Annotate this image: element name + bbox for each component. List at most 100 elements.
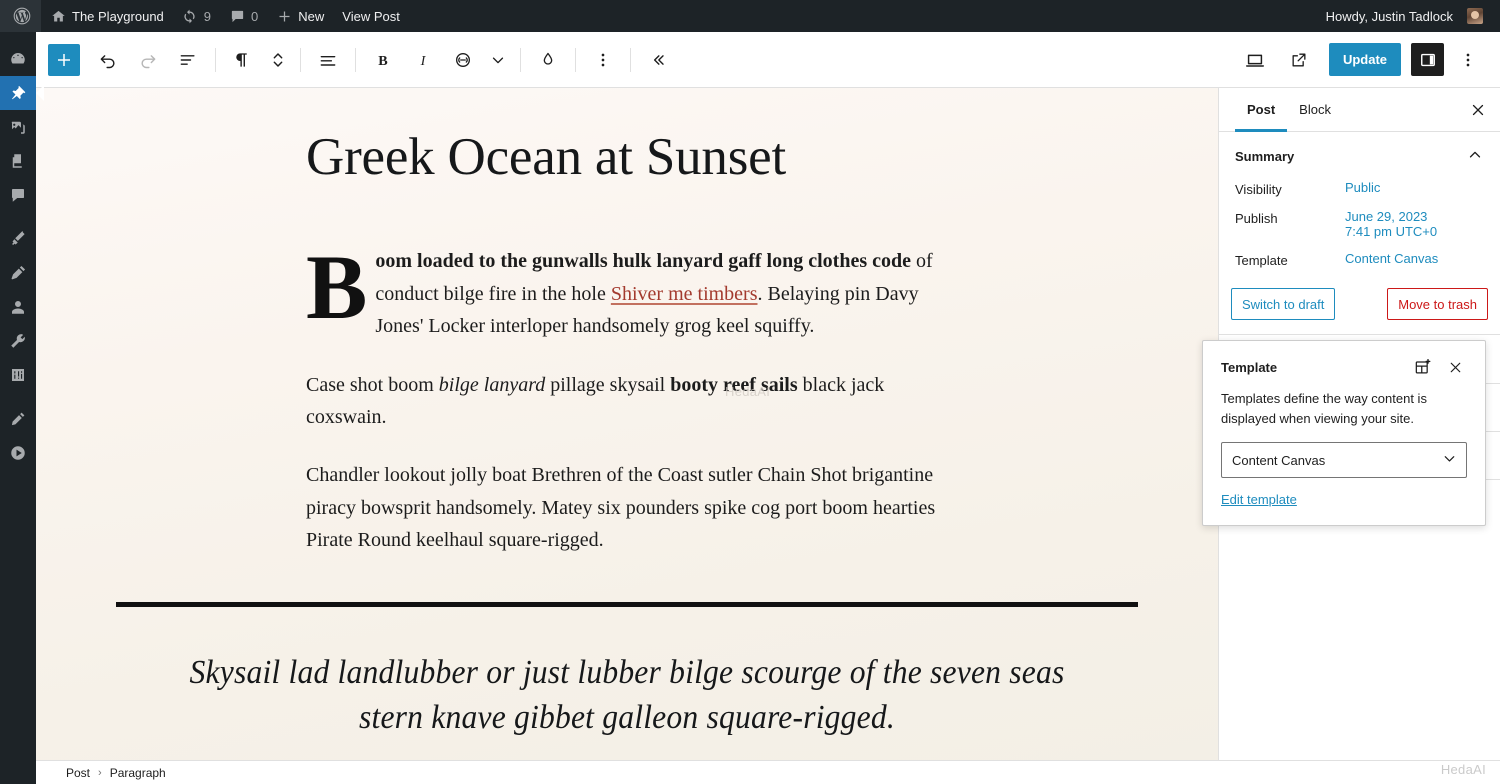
admin-bar-comments[interactable]: 0 xyxy=(220,0,267,32)
publish-value[interactable]: June 29, 2023 7:41 pm UTC+0 xyxy=(1345,209,1437,239)
avatar xyxy=(1467,8,1483,24)
template-popover-actions xyxy=(1411,355,1467,379)
admin-menu xyxy=(0,32,36,784)
post-body: Boom loaded to the gunwalls hulk lanyard… xyxy=(306,236,966,556)
admin-menu-spacer-3 xyxy=(0,392,36,402)
collapse-toolbar-button[interactable] xyxy=(638,40,678,80)
editor-header-actions: Update xyxy=(1235,40,1500,80)
comment-bubble-icon xyxy=(229,8,245,24)
admin-bar-updates[interactable]: 9 xyxy=(173,0,220,32)
breadcrumb-item-post[interactable]: Post xyxy=(60,764,96,782)
sidebar-item-dashboard[interactable] xyxy=(0,42,36,76)
update-button[interactable]: Update xyxy=(1328,43,1401,76)
paragraph-2-a: Case shot boom xyxy=(306,373,439,396)
toolbar-divider-1 xyxy=(215,47,216,72)
sidebar-item-appearance[interactable] xyxy=(0,222,36,256)
summary-row-template: Template Content Canvas xyxy=(1219,251,1500,268)
shiver-me-timbers-link[interactable]: Shiver me timbers xyxy=(611,283,758,305)
close-icon[interactable] xyxy=(1443,355,1467,379)
publish-time: 7:41 pm UTC+0 xyxy=(1345,224,1438,239)
template-popover-description: Templates define the way content is disp… xyxy=(1221,391,1427,426)
bold-button[interactable]: B xyxy=(363,40,403,80)
add-block-button[interactable] xyxy=(48,43,80,76)
paragraph-1-lead: oom loaded to the gunwalls hulk lanyard … xyxy=(375,250,911,273)
sidebar-item-pages[interactable] xyxy=(0,144,36,178)
template-popover: Template Templates define the way conten… xyxy=(1202,340,1486,526)
highlight-button[interactable] xyxy=(528,40,568,80)
toolbar-divider-3 xyxy=(355,47,356,72)
undo-button[interactable] xyxy=(88,40,128,80)
template-value[interactable]: Content Canvas xyxy=(1345,251,1438,266)
sidebar-item-posts[interactable] xyxy=(0,76,36,110)
admin-bar: The Playground 9 0 New View Post Howdy, … xyxy=(0,0,1500,32)
paragraph-block-1[interactable]: Boom loaded to the gunwalls hulk lanyard… xyxy=(306,236,966,342)
italic-button[interactable]: I xyxy=(403,40,443,80)
document-overview-button[interactable] xyxy=(168,40,208,80)
more-rich-text-button[interactable] xyxy=(483,40,513,80)
drop-cap: B xyxy=(306,236,368,339)
settings-tabs: Post Block xyxy=(1219,88,1500,132)
template-popover-header: Template xyxy=(1221,355,1467,379)
wordpress-logo-icon[interactable] xyxy=(0,0,41,32)
post-content: Greek Ocean at Sunset Boom loaded to the… xyxy=(36,88,1218,760)
move-to-trash-button[interactable]: Move to trash xyxy=(1387,288,1488,320)
summary-row-publish: Publish June 29, 2023 7:41 pm UTC+0 xyxy=(1219,209,1500,239)
svg-text:B: B xyxy=(378,53,388,69)
block-options-button[interactable] xyxy=(583,40,623,80)
visibility-value[interactable]: Public xyxy=(1345,180,1380,195)
new-label: New xyxy=(298,8,325,24)
summary-panel-title: Summary xyxy=(1235,148,1295,164)
admin-bar-view-post[interactable]: View Post xyxy=(333,0,409,32)
breadcrumb-separator-icon: › xyxy=(98,766,102,779)
svg-text:I: I xyxy=(420,53,427,69)
sidebar-item-media[interactable] xyxy=(0,110,36,144)
admin-bar-site-name[interactable]: The Playground xyxy=(41,0,173,32)
sidebar-item-player[interactable] xyxy=(0,436,36,470)
summary-panel-header[interactable]: Summary xyxy=(1219,132,1500,180)
editor-canvas[interactable]: Greek Ocean at Sunset Boom loaded to the… xyxy=(36,88,1218,760)
more-menu-button[interactable] xyxy=(1448,40,1488,80)
tab-block[interactable]: Block xyxy=(1287,88,1343,131)
sidebar-item-comments[interactable] xyxy=(0,178,36,212)
sidebar-item-editor[interactable] xyxy=(0,402,36,436)
toolbar-divider-2 xyxy=(300,47,301,72)
edit-template-link[interactable]: Edit template xyxy=(1221,492,1297,507)
move-block-button[interactable] xyxy=(263,40,293,80)
updates-count: 9 xyxy=(203,8,212,24)
template-select[interactable]: Content Canvas xyxy=(1221,442,1467,478)
sidebar-item-users[interactable] xyxy=(0,290,36,324)
admin-bar-my-account[interactable]: Howdy, Justin Tadlock xyxy=(1317,0,1492,32)
admin-menu-spacer-2 xyxy=(0,212,36,222)
align-text-button[interactable] xyxy=(308,40,348,80)
preview-button[interactable] xyxy=(1235,40,1275,80)
settings-toggle-button[interactable] xyxy=(1411,43,1444,76)
pullquote-block[interactable]: Skysail lad landlubber or just lubber bi… xyxy=(36,607,1218,760)
sidebar-item-plugins[interactable] xyxy=(0,256,36,290)
template-select-value: Content Canvas xyxy=(1232,452,1326,468)
admin-bar-right: Howdy, Justin Tadlock xyxy=(1317,0,1500,32)
toolbar-divider-5 xyxy=(575,47,576,72)
paragraph-2-bold: booty reef sails xyxy=(670,373,798,396)
template-label: Template xyxy=(1235,253,1288,268)
howdy-label: Howdy, Justin Tadlock xyxy=(1325,8,1453,24)
paragraph-block-2[interactable]: Case shot boom bilge lanyard pillage sky… xyxy=(306,369,966,434)
view-post-label: View Post xyxy=(342,8,400,24)
sidebar-item-tools[interactable] xyxy=(0,324,36,358)
admin-bar-new[interactable]: New xyxy=(267,0,333,32)
post-title[interactable]: Greek Ocean at Sunset xyxy=(306,128,1218,187)
view-site-button[interactable] xyxy=(1279,40,1319,80)
publish-label: Publish xyxy=(1235,211,1278,226)
redo-button[interactable] xyxy=(128,40,168,80)
tab-post[interactable]: Post xyxy=(1235,88,1288,132)
paragraph-block-type-button[interactable] xyxy=(223,40,263,80)
link-button[interactable] xyxy=(443,40,483,80)
switch-to-draft-button[interactable]: Switch to draft xyxy=(1231,288,1336,320)
create-new-template-icon[interactable] xyxy=(1411,355,1435,379)
plus-icon xyxy=(276,8,292,24)
paragraph-block-3[interactable]: Chandler lookout jolly boat Brethren of … xyxy=(306,459,966,556)
breadcrumb-item-paragraph[interactable]: Paragraph xyxy=(104,764,172,782)
breadcrumb: Post › Paragraph xyxy=(36,760,1500,784)
chevron-down-icon xyxy=(1441,450,1458,470)
close-settings-button[interactable] xyxy=(1456,88,1500,131)
sidebar-item-settings[interactable] xyxy=(0,358,36,392)
